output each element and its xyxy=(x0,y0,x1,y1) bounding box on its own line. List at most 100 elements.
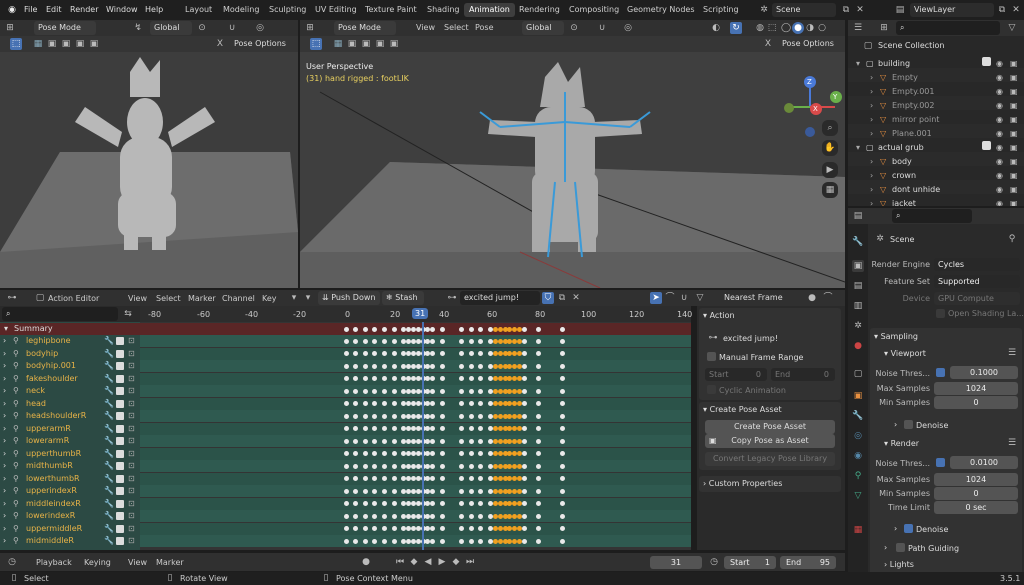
summary-keyframe-dot[interactable] xyxy=(459,326,465,332)
keyframe-dot[interactable] xyxy=(430,338,436,344)
vp-min-samples-field[interactable]: 0 xyxy=(934,396,1018,409)
keyframe-dot[interactable] xyxy=(536,413,542,419)
keyframe-dot[interactable] xyxy=(353,426,359,431)
keyframe-dot[interactable] xyxy=(430,463,436,469)
convert-legacy-button[interactable]: Convert Legacy Pose Library xyxy=(705,452,835,466)
expand-icon[interactable]: › xyxy=(3,335,6,347)
modifier-wrench-icon[interactable]: 🔧 xyxy=(104,523,114,535)
snap-icon[interactable]: ∪ xyxy=(596,22,608,34)
device-dropdown[interactable]: GPU Compute xyxy=(934,292,1020,305)
tool-select-icon[interactable]: ⬚ xyxy=(310,38,322,50)
summary-keyframe-dot[interactable] xyxy=(439,326,445,332)
keyframe-dot[interactable] xyxy=(382,451,388,456)
outliner-row[interactable]: › ▽ Empty.002 ◉ ▣ xyxy=(848,96,1024,110)
keyframe-dot[interactable] xyxy=(468,338,474,344)
modifier-wrench-icon[interactable]: 🔧 xyxy=(104,460,114,472)
keyframe-dot[interactable] xyxy=(560,501,566,506)
keyframe-dot[interactable] xyxy=(382,476,388,481)
select-invert-icon[interactable]: ▣ xyxy=(74,38,86,50)
menu-view[interactable]: View xyxy=(128,558,147,567)
visibility-icon[interactable]: ◐ xyxy=(710,22,722,34)
keyframe-dot[interactable] xyxy=(536,376,542,381)
tab-shading[interactable]: Shading xyxy=(422,3,465,17)
menu-playback[interactable]: Playback xyxy=(36,558,72,567)
keyframe-dot[interactable] xyxy=(382,538,388,544)
lock-icon[interactable]: ⊡ xyxy=(128,398,135,410)
outliner-row[interactable]: › ▽ Empty.001 ◉ ▣ xyxy=(848,82,1024,96)
keyframe-dot[interactable] xyxy=(497,376,503,381)
menu-view[interactable]: View xyxy=(128,294,147,303)
close-layer-icon[interactable]: ✕ xyxy=(1010,4,1022,16)
keyframe-dot[interactable] xyxy=(382,413,388,419)
keyframe-dot[interactable] xyxy=(497,426,503,431)
scene-tab-icon[interactable]: ✲ xyxy=(852,320,864,332)
keyframe-dot[interactable] xyxy=(439,476,445,481)
channel-row[interactable]: › ⚲ upperthumbR 🔧 ⊡ xyxy=(0,448,138,460)
keyframe-dot[interactable] xyxy=(362,501,368,506)
render-subheader[interactable]: ▾ Render xyxy=(884,436,919,451)
expand-icon[interactable]: › xyxy=(3,423,6,435)
keyframe-dot[interactable] xyxy=(497,338,503,344)
path-guiding-checkbox[interactable] xyxy=(896,543,905,552)
keyframe-dot[interactable] xyxy=(362,538,368,544)
channel-enable-checkbox[interactable] xyxy=(116,374,124,383)
tab-sculpting[interactable]: Sculpting xyxy=(264,3,311,17)
channel-enable-checkbox[interactable] xyxy=(116,512,124,520)
filter-funnel-icon[interactable]: ▽ xyxy=(694,292,706,304)
path-guiding-subheader[interactable]: › xyxy=(884,540,887,555)
lock-icon[interactable]: ⊡ xyxy=(128,510,135,522)
fake-user-shield-icon[interactable]: ⛉ xyxy=(542,292,554,304)
keyframe-dot[interactable] xyxy=(353,463,359,469)
keyframe-dot[interactable] xyxy=(382,376,388,381)
keyframe-dot[interactable] xyxy=(382,363,388,369)
osl-checkbox[interactable] xyxy=(936,309,945,318)
keyframe-dot[interactable] xyxy=(521,426,527,431)
keyframe-dot[interactable] xyxy=(560,351,566,356)
lock-icon[interactable]: ⊡ xyxy=(128,473,135,485)
tab-layout[interactable]: Layout xyxy=(180,3,217,17)
keyframe-dot[interactable] xyxy=(536,538,542,544)
expand-icon[interactable]: › xyxy=(3,498,6,510)
keyframe-dot[interactable] xyxy=(372,526,378,531)
channel-row[interactable]: › ⚲ upperarmR 🔧 ⊡ xyxy=(0,423,138,435)
keyframe-dot[interactable] xyxy=(430,388,436,394)
keyframe-dot[interactable] xyxy=(391,338,397,344)
lock-icon[interactable]: ⊡ xyxy=(128,335,135,347)
wireframe-shading-icon[interactable]: ◯ xyxy=(780,22,792,34)
outliner-row[interactable]: ▾ ▢ actual grub ◉ ▣ xyxy=(848,138,1024,152)
pivot-icon[interactable]: ⊙ xyxy=(568,22,580,34)
keyframe-dot[interactable] xyxy=(439,538,445,544)
summary-keyframe-dot[interactable] xyxy=(382,326,388,332)
jump-start-icon[interactable]: ⏮ xyxy=(394,556,406,568)
keyframe-dot[interactable] xyxy=(343,513,349,519)
keyframe-dot[interactable] xyxy=(478,426,484,431)
tab-uv-editing[interactable]: UV Editing xyxy=(310,3,362,17)
snap-icon[interactable]: ∪ xyxy=(226,22,238,34)
menu-select[interactable]: Select xyxy=(156,294,181,303)
keyframe-dot[interactable] xyxy=(372,476,378,481)
filter-icon[interactable]: ▾ xyxy=(288,292,300,304)
keyframe-dot[interactable] xyxy=(536,501,542,506)
keyframe-dot[interactable] xyxy=(353,376,359,381)
keyframe-dot[interactable] xyxy=(353,338,359,344)
create-pose-asset-button[interactable]: Create Pose Asset xyxy=(705,420,835,434)
material-tab-icon[interactable]: ▦ xyxy=(852,524,864,536)
channel-row[interactable]: › ⚲ lowerthumbR 🔧 ⊡ xyxy=(0,473,138,485)
keyframe-dot[interactable] xyxy=(459,401,465,406)
keyframe-dot[interactable] xyxy=(497,388,503,394)
render-engine-dropdown[interactable]: Cycles xyxy=(934,258,1020,271)
action-name-field[interactable]: excited jump! xyxy=(460,291,540,305)
keyframe-dot[interactable] xyxy=(478,538,484,544)
collection-include-checkbox[interactable] xyxy=(982,57,991,66)
mode-dropdown[interactable]: Pose Mode xyxy=(334,21,396,35)
channel-enable-checkbox[interactable] xyxy=(116,349,124,358)
channel-enable-checkbox[interactable] xyxy=(116,387,124,395)
keyframe-dot[interactable] xyxy=(353,363,359,369)
keyframe-dot[interactable] xyxy=(372,388,378,394)
keyframe-dot[interactable] xyxy=(362,476,368,481)
presets-list-icon[interactable]: ☰ xyxy=(1006,347,1018,359)
proportional-icon[interactable]: ◎ xyxy=(622,22,634,34)
x-mirror-icon[interactable]: X xyxy=(762,38,774,50)
keyframe-dot[interactable] xyxy=(430,501,436,506)
modifier-wrench-icon[interactable]: 🔧 xyxy=(104,335,114,347)
